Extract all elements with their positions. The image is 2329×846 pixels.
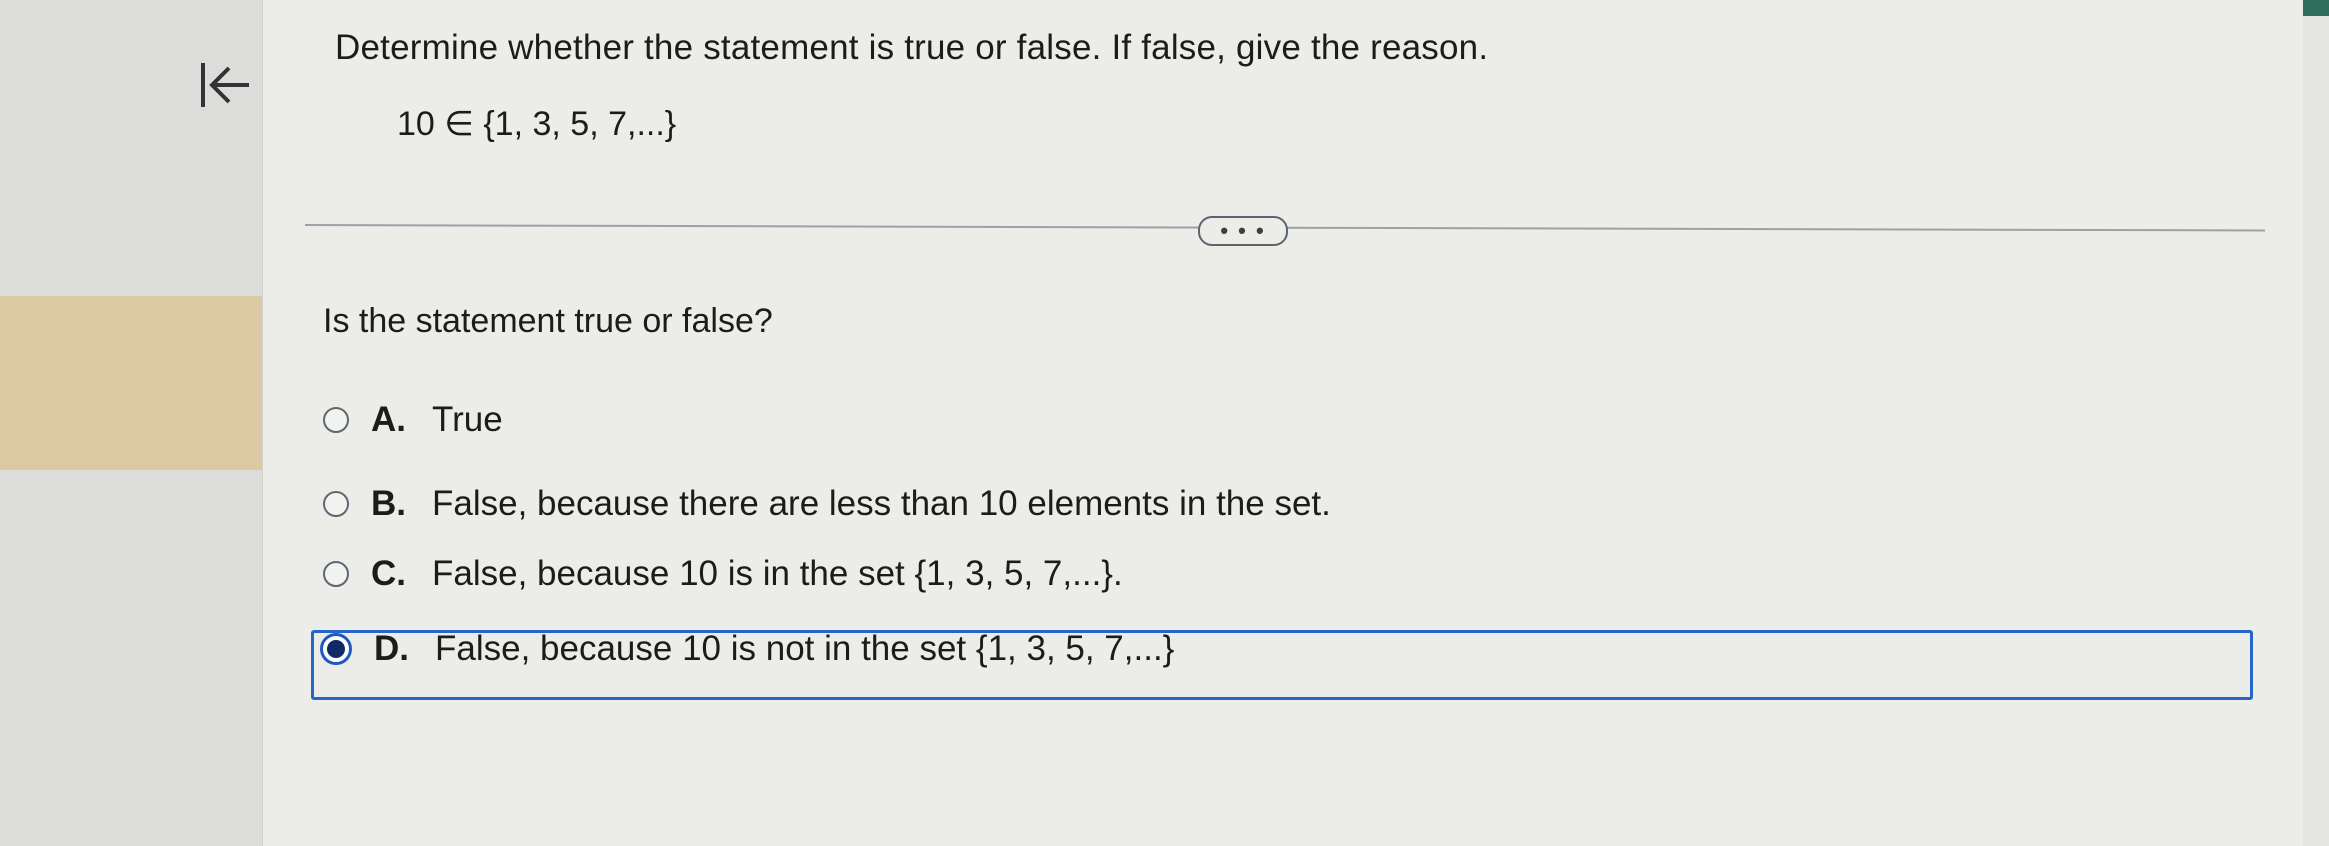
collapse-left-arrow-icon — [201, 63, 249, 107]
option-text: False, because there are less than 10 el… — [432, 484, 1331, 523]
answer-prompt: Is the statement true or false? — [323, 302, 773, 340]
option-text: True — [432, 400, 503, 439]
radio-button-icon[interactable] — [323, 407, 349, 433]
option-a[interactable]: A. True — [323, 400, 503, 440]
option-letter: D. — [374, 629, 409, 668]
radio-dot-icon — [327, 640, 345, 658]
sidebar-active-highlight — [0, 296, 262, 470]
radio-button-selected-icon[interactable] — [320, 633, 352, 665]
option-text: False, because 10 is in the set {1, 3, 5… — [432, 554, 1123, 593]
option-text: False, because 10 is not in the set {1, … — [435, 629, 1175, 668]
question-statement: 10 ∈ {1, 3, 5, 7,...} — [397, 105, 677, 143]
left-sidebar — [0, 0, 262, 846]
radio-button-icon[interactable] — [323, 561, 349, 587]
option-letter: B. — [371, 484, 406, 523]
option-letter: A. — [371, 400, 406, 439]
radio-button-icon[interactable] — [323, 491, 349, 517]
option-b[interactable]: B. False, because there are less than 10… — [323, 484, 1331, 524]
more-options-button[interactable]: • • • — [1198, 216, 1288, 246]
option-letter: C. — [371, 554, 406, 593]
option-c[interactable]: C. False, because 10 is in the set {1, 3… — [323, 554, 1123, 594]
collapse-sidebar-button[interactable] — [188, 50, 264, 120]
question-panel: Determine whether the statement is true … — [262, 0, 2303, 846]
question-instruction: Determine whether the statement is true … — [335, 28, 1489, 67]
option-d[interactable]: D. False, because 10 is not in the set {… — [320, 629, 1175, 669]
